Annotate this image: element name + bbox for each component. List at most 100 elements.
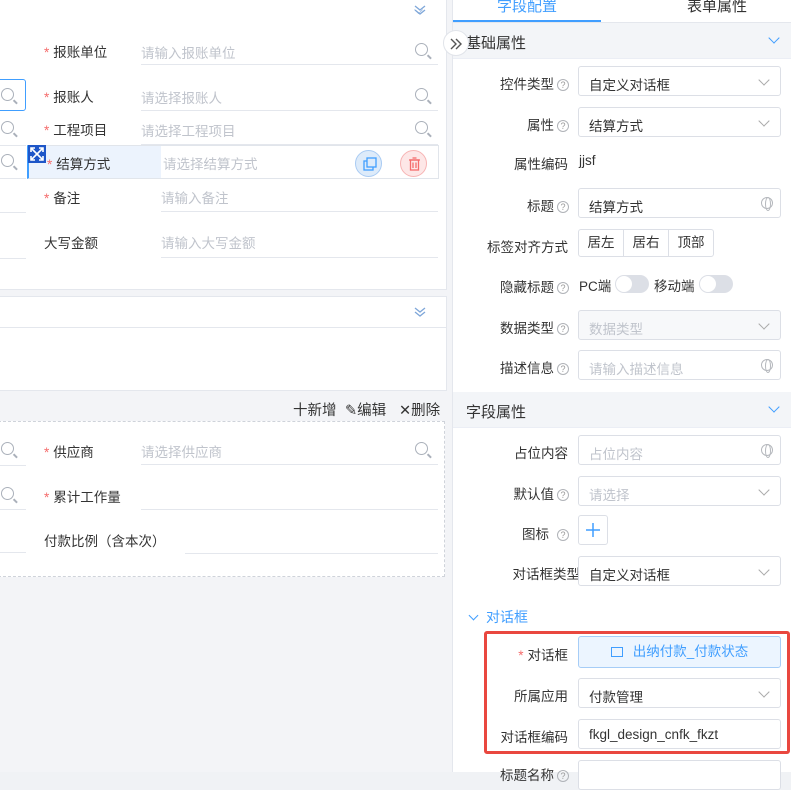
remark-input[interactable]: 请输入备注 (161, 187, 229, 207)
chevron-down-icon (768, 32, 780, 44)
subtable-edit-button[interactable]: ✎编辑 (345, 399, 386, 420)
app-label: 所属应用 (514, 689, 568, 704)
collapse-chevron-icon[interactable] (413, 306, 427, 318)
amount-words-input[interactable]: 请输入大写金额 (161, 232, 256, 252)
align-top-button[interactable]: 顶部 (668, 229, 714, 257)
next-field-input[interactable] (578, 760, 781, 790)
control-type-label: 控件类型? (500, 73, 569, 93)
align-label: 标签对齐方式 (487, 240, 568, 255)
search-icon[interactable] (415, 43, 428, 56)
chevron-down-icon (758, 484, 770, 496)
field-label-project: * 工程项目 (44, 123, 108, 138)
help-icon[interactable]: ? (557, 201, 569, 213)
report-unit-input[interactable]: 请输入报账单位 (141, 42, 236, 62)
field-label-report-unit: * 报账单位 (44, 45, 108, 60)
app-select[interactable]: 付款管理 (578, 678, 781, 708)
title-input[interactable]: 结算方式 (578, 188, 781, 218)
search-icon (1, 442, 14, 455)
dialog-code-input[interactable]: fkgl_design_cnfk_fkzt (578, 719, 781, 749)
data-type-select[interactable]: 数据类型 (578, 310, 781, 340)
search-icon[interactable] (415, 121, 428, 134)
dialog-section-header[interactable]: 对话框 (468, 607, 528, 627)
chevron-down-icon (768, 401, 780, 413)
subtable-delete-button[interactable]: ✕删除 (399, 399, 440, 420)
basic-section-header[interactable]: 基础属性 (453, 23, 791, 59)
field-label-amount-words: 大写金额 (44, 236, 98, 251)
dialog-code-label: 对话框编码 (500, 730, 569, 745)
dialog-type-select[interactable]: 自定义对话框 (578, 556, 781, 586)
next-field-label: 标题名称? (500, 764, 569, 784)
search-icon[interactable] (415, 88, 428, 101)
pc-label: PC端 (579, 279, 612, 294)
align-right-button[interactable]: 居右 (623, 229, 669, 257)
desc-label: 描述信息? (500, 357, 569, 377)
help-icon[interactable]: ? (557, 363, 569, 375)
help-icon[interactable]: ? (557, 120, 569, 132)
help-icon[interactable]: ? (557, 323, 569, 335)
folder-icon (610, 647, 623, 657)
delete-icon[interactable] (400, 150, 427, 177)
field-label-cumulative-work: * 累计工作量 (44, 490, 121, 505)
search-icon[interactable] (415, 442, 428, 455)
help-icon[interactable]: ? (557, 529, 569, 541)
dialog-label: * 对话框 (518, 648, 568, 663)
tab-form-props[interactable]: 表单属性 (687, 0, 747, 16)
desc-input[interactable]: 请输入描述信息 (578, 350, 781, 380)
section-card (0, 296, 447, 391)
search-icon (1, 154, 14, 167)
title-label: 标题? (527, 195, 569, 215)
property-panel: 字段配置 表单属性 基础属性 控件类型? 自定义对话框 属性? 结算方式 属性编… (452, 0, 791, 790)
default-label: 默认值? (514, 483, 569, 503)
chevron-down-icon (758, 318, 770, 330)
help-icon[interactable]: ? (557, 489, 569, 501)
search-icon (1, 121, 14, 134)
edit-icon: ✎ (345, 403, 358, 419)
chevron-down-icon (758, 74, 770, 86)
reporter-input[interactable]: 请选择报账人 (141, 87, 222, 107)
placeholder-input[interactable]: 占位内容 (578, 435, 781, 465)
pc-toggle[interactable] (615, 275, 649, 293)
mobile-toggle[interactable] (699, 275, 733, 293)
field-label-payment-ratio: 付款比例（含本次） (44, 534, 166, 549)
field-label-reporter: * 报账人 (44, 90, 94, 105)
form-canvas: ⌵ * 报账单位 请输入报账单位 * 报账人 请选择报账人 * 工程项目 请选择工程项… (0, 0, 452, 772)
field-label-remark: * 备注 (44, 191, 81, 206)
dialog-type-label: 对话框类型 (512, 567, 581, 582)
add-icon-button[interactable] (578, 515, 608, 545)
icon-label: 图标? (522, 523, 569, 543)
align-left-button[interactable]: 居左 (578, 229, 624, 257)
search-icon (1, 487, 14, 500)
attr-select[interactable]: 结算方式 (578, 107, 781, 137)
data-type-label: 数据类型? (500, 317, 569, 337)
attr-code-value: jjsf (579, 153, 596, 168)
placeholder-label: 占位内容 (514, 446, 568, 461)
globe-icon[interactable] (761, 197, 773, 211)
settlement-input[interactable]: 请选择结算方式 (163, 153, 258, 173)
attr-code-label: 属性编码 (514, 157, 568, 172)
panel-collapse-toggle[interactable] (443, 30, 469, 56)
chevron-down-icon (758, 686, 770, 698)
copy-icon[interactable] (355, 150, 382, 177)
tab-field-config[interactable]: 字段配置 (497, 0, 557, 16)
control-type-select[interactable]: 自定义对话框 (578, 66, 781, 96)
field-label-supplier: * 供应商 (44, 445, 94, 460)
help-icon[interactable]: ? (557, 282, 569, 294)
project-input[interactable]: 请选择工程项目 (141, 120, 236, 140)
field-label-settlement: * 结算方式 (47, 157, 111, 172)
field-section-header[interactable]: 字段属性 (453, 392, 791, 428)
close-icon: ✕ (399, 403, 412, 419)
chevron-down-icon (468, 610, 479, 621)
chevron-down-icon (758, 564, 770, 576)
supplier-input[interactable]: 请选择供应商 (141, 441, 222, 461)
drag-move-icon[interactable] (28, 145, 46, 163)
globe-icon[interactable] (761, 444, 773, 458)
hide-title-label: 隐藏标题? (500, 276, 569, 296)
help-icon[interactable]: ? (557, 79, 569, 91)
globe-icon[interactable] (761, 359, 773, 373)
default-select[interactable]: 请选择 (578, 476, 781, 506)
dialog-select-button[interactable]: 出纳付款_付款状态 (578, 636, 781, 668)
collapse-chevron-icon[interactable] (413, 4, 427, 16)
mobile-label: 移动端 (654, 279, 695, 294)
chevron-down-icon (758, 115, 770, 127)
subtable-add-button[interactable]: 十新增 (293, 399, 337, 420)
